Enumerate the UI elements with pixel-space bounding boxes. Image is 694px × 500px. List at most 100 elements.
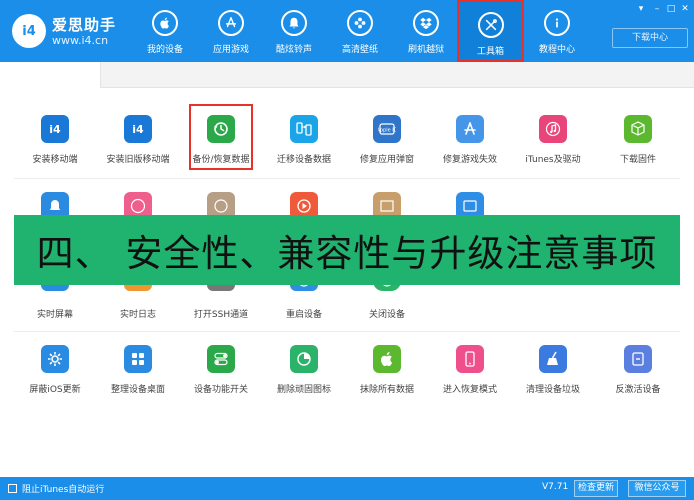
app-header: i4 爱思助手 www.i4.cn 我的设备 应用游戏 酷炫铃声 高清壁纸 刷机… — [0, 0, 694, 62]
nav-label: 酷炫铃声 — [275, 45, 312, 55]
app-logo: i4 — [12, 14, 46, 48]
apple-id-icon: Apple ID — [378, 123, 396, 135]
check-update-button[interactable]: 检查更新 — [574, 480, 618, 497]
wechat-button[interactable]: 微信公众号 — [628, 480, 686, 497]
nav-tutorials[interactable]: 教程中心 — [526, 0, 588, 62]
tool-icon — [290, 115, 318, 143]
tool-itunes-driver[interactable]: iTunes及驱动 — [511, 115, 595, 175]
nav-label: 应用游戏 — [212, 45, 249, 55]
nav-apps-games[interactable]: 应用游戏 — [200, 0, 262, 62]
tool-install-old-mobile[interactable]: i4 安装旧版移动端 — [96, 115, 180, 175]
tool-icon — [207, 345, 235, 373]
tool-icon — [624, 115, 652, 143]
tool-label: 下载固件 — [619, 155, 656, 165]
app-store-icon — [225, 17, 237, 28]
highlight-box — [189, 104, 253, 170]
svg-text:i4: i4 — [49, 123, 61, 136]
i4-icon: i4 — [49, 123, 61, 136]
nav-label: 刷机越狱 — [407, 45, 444, 55]
svg-text:Apple ID: Apple ID — [378, 128, 396, 134]
tool-label: 安装旧版移动端 — [106, 155, 170, 165]
tool-label: 关闭设备 — [368, 310, 405, 320]
toggle-icon — [214, 352, 228, 366]
download-center-button[interactable]: 下载中心 — [612, 28, 688, 48]
tool-migrate-data[interactable]: 迁移设备数据 — [262, 115, 346, 175]
title-banner: 四、 安全性、兼容性与升级注意事项 — [14, 215, 680, 285]
nav-wallpapers[interactable]: 高清壁纸 — [329, 0, 391, 62]
play-icon — [297, 199, 311, 213]
block-itunes-label[interactable]: 阻止iTunes自动运行 — [22, 482, 104, 495]
logo-text: i4 — [22, 23, 36, 39]
tool-label: 实时日志 — [119, 310, 156, 320]
tool-icon — [456, 115, 484, 143]
tool-label: 抹除所有数据 — [359, 385, 414, 395]
tool-label: 设备功能开关 — [193, 385, 248, 395]
brand-url: www.i4.cn — [52, 34, 109, 47]
nav-toolbox[interactable]: 工具箱 — [457, 0, 524, 62]
phone-icon — [465, 351, 475, 367]
tool-erase-all-data[interactable]: 抹除所有数据 — [345, 345, 429, 405]
cube-icon — [631, 121, 645, 136]
tools-icon — [485, 19, 497, 31]
tool-label: 重启设备 — [285, 310, 322, 320]
tool-icon — [539, 115, 567, 143]
nav-label: 教程中心 — [538, 45, 575, 55]
close-icon[interactable]: ✕ — [680, 4, 690, 14]
grid-icon — [132, 353, 144, 365]
i4-icon: i4 — [132, 123, 144, 136]
minimize-icon[interactable]: – — [652, 4, 662, 14]
tool-label: 整理设备桌面 — [110, 385, 165, 395]
banner-text: 四、 安全性、兼容性与升级注意事项 — [36, 232, 658, 275]
tool-label: 打开SSH通道 — [193, 310, 249, 320]
status-bar: 阻止iTunes自动运行 V7.71 检查更新 微信公众号 — [0, 477, 694, 500]
nav-label: 高清壁纸 — [341, 45, 378, 55]
tool-icon — [124, 345, 152, 373]
skin-icon[interactable]: ▾ — [636, 4, 646, 14]
gear-icon — [48, 352, 62, 366]
image-icon — [380, 200, 394, 212]
bell-icon — [49, 200, 61, 210]
tool-label: 清理设备垃圾 — [525, 385, 580, 395]
nav-label: 我的设备 — [146, 45, 183, 55]
tool-label: 修复游戏失效 — [442, 155, 497, 165]
tool-icon — [539, 345, 567, 373]
flower-icon — [354, 17, 366, 29]
tool-label: 迁移设备数据 — [276, 155, 331, 165]
tool-download-firmware[interactable]: 下载固件 — [596, 115, 680, 175]
tool-icon — [41, 345, 69, 373]
tool-label: 修复应用弹窗 — [359, 155, 414, 165]
tool-organize-desktop[interactable]: 整理设备桌面 — [96, 345, 180, 405]
tool-block-ios-update[interactable]: 屏蔽iOS更新 — [13, 345, 97, 405]
maximize-icon[interactable]: □ — [666, 4, 676, 14]
photo-icon — [463, 200, 477, 212]
tool-label: 删除顽固图标 — [276, 385, 331, 395]
nav-my-device[interactable]: 我的设备 — [134, 0, 196, 62]
tool-delete-stubborn-icons[interactable]: 删除顽固图标 — [262, 345, 346, 405]
tool-clean-junk[interactable]: 清理设备垃圾 — [511, 345, 595, 405]
tool-icon: i4 — [41, 115, 69, 143]
tool-device-switches[interactable]: 设备功能开关 — [179, 345, 263, 405]
apple-icon — [381, 352, 393, 367]
tool-deactivate-device[interactable]: 反激活设备 — [596, 345, 680, 405]
bell-icon — [289, 17, 299, 29]
music-note-icon — [214, 199, 228, 213]
tool-icon — [624, 345, 652, 373]
tool-fix-game[interactable]: 修复游戏失效 — [428, 115, 512, 175]
pie-icon — [297, 352, 311, 366]
block-itunes-checkbox[interactable] — [8, 484, 17, 493]
tool-icon — [290, 345, 318, 373]
app-store-icon — [464, 122, 476, 135]
tool-icon — [456, 345, 484, 373]
nav-flash-jailbreak[interactable]: 刷机越狱 — [395, 0, 457, 62]
tool-label: 安装移动端 — [32, 155, 78, 165]
tool-label: iTunes及驱动 — [525, 155, 581, 165]
tool-fix-app-popup[interactable]: Apple ID 修复应用弹窗 — [345, 115, 429, 175]
nav-ringtones[interactable]: 酷炫铃声 — [263, 0, 325, 62]
row-divider — [14, 178, 680, 179]
version-text: V7.71 — [542, 482, 569, 492]
svg-text:i4: i4 — [132, 123, 144, 136]
tool-install-mobile[interactable]: i4 安装移动端 — [13, 115, 97, 175]
dropbox-icon — [420, 17, 432, 30]
tool-label: 实时屏幕 — [36, 310, 73, 320]
tool-recovery-mode[interactable]: 进入恢复模式 — [428, 345, 512, 405]
